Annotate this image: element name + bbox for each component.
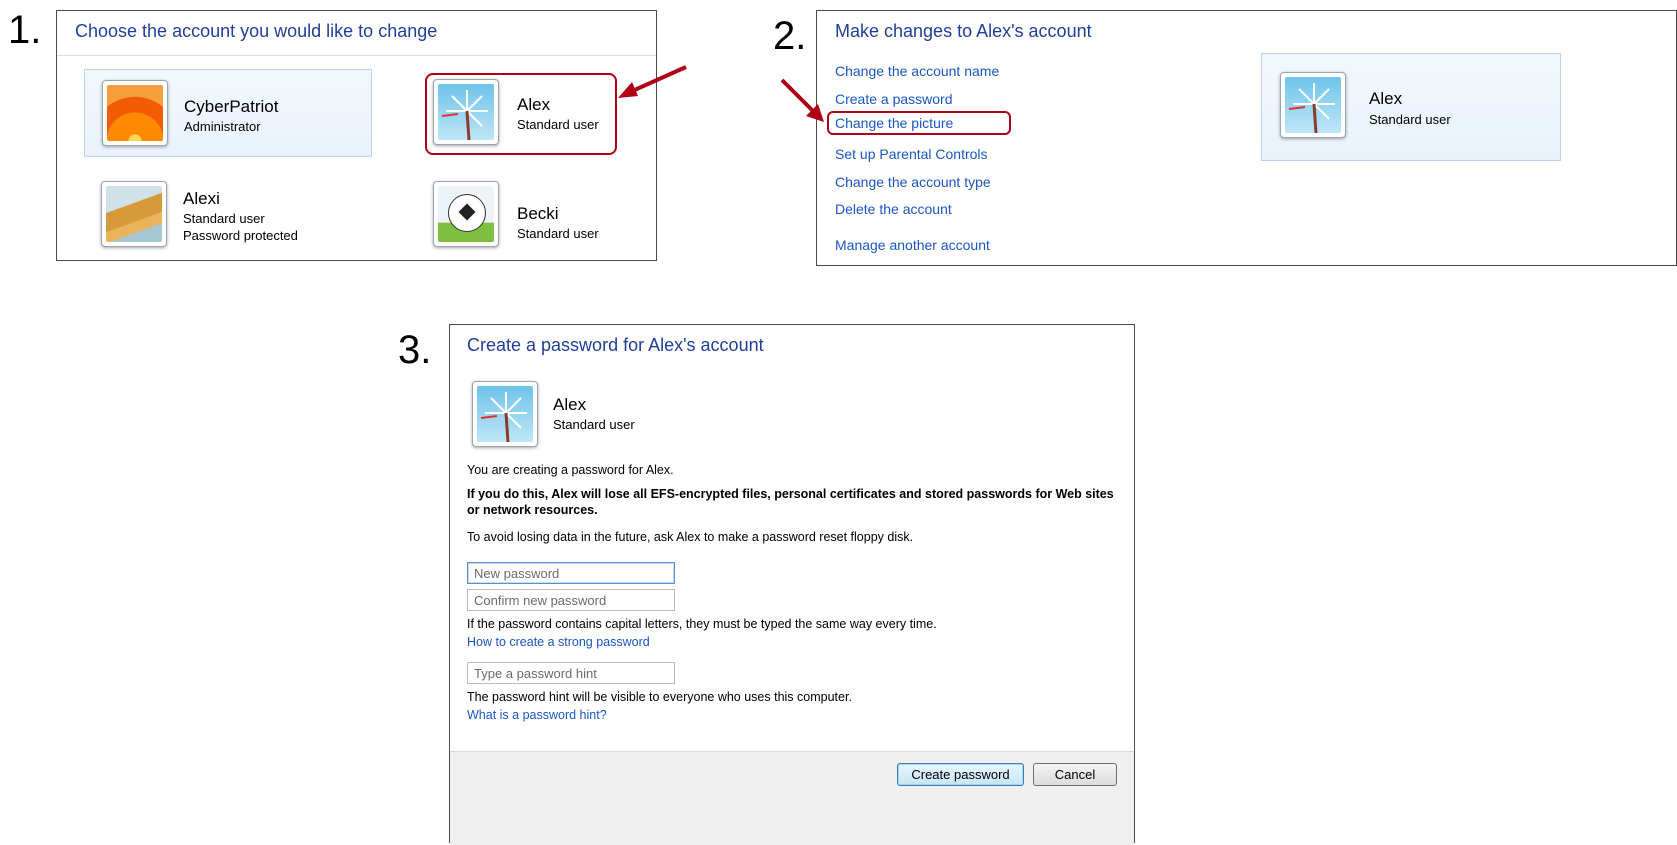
account-avatar [472,381,538,447]
warning-text: If you do this, Alex will lose all EFS-e… [467,487,1114,517]
cancel-button[interactable]: Cancel [1033,763,1117,786]
confirm-password-input[interactable] [467,589,675,611]
account-tile-becki[interactable]: Becki Standard user [425,171,615,259]
new-password-input[interactable] [467,562,675,584]
windmill-icon [477,386,533,442]
panel-title: Choose the account you would like to cha… [75,21,438,41]
soccer-ball-icon [438,186,494,242]
account-tile-alex: Alex Standard user [1261,53,1561,161]
step-3-label: 3. [398,328,432,372]
account-type: Standard user [183,211,265,226]
account-name: Becki [517,204,559,223]
password-hint-help-link[interactable]: What is a password hint? [467,708,607,722]
panel-title: Create a password for Alex's account [467,335,764,355]
account-type: Administrator [184,119,261,134]
account-tile-cyberpatriot[interactable]: CyberPatriot Administrator [84,69,372,157]
account-name: Alex [1369,89,1403,108]
account-name: Alexi [183,189,220,208]
step-1-label: 1. [8,8,42,52]
create-password-panel: Create a password for Alex's account Ale… [449,324,1135,845]
annotation-arrow-icon [780,78,824,122]
create-password-button[interactable]: Create password [897,763,1024,786]
account-avatar [1280,72,1346,138]
strong-password-link[interactable]: How to create a strong password [467,635,650,649]
button-bar: Create password Cancel [450,751,1134,845]
account-avatar [102,80,168,146]
account-type: Standard user [1369,112,1451,127]
hint-note-text: The password hint will be visible to eve… [467,690,852,704]
intro-text: You are creating a password for Alex. [467,463,674,477]
title-divider [57,55,656,56]
account-tile-alexi[interactable]: Alexi Standard user Password protected [84,171,372,259]
windmill-icon [1285,77,1341,133]
account-name: Alex [553,395,587,414]
panel-title: Make changes to Alex's account [835,21,1092,41]
account-avatar [433,181,499,247]
choose-account-panel: Choose the account you would like to cha… [56,10,657,261]
parental-controls-link[interactable]: Set up Parental Controls [835,146,988,162]
delete-account-link[interactable]: Delete the account [835,201,952,217]
change-account-type-link[interactable]: Change the account type [835,174,991,190]
change-picture-link[interactable]: Change the picture [827,111,1011,135]
create-password-link[interactable]: Create a password [835,91,953,107]
account-status: Password protected [183,228,298,243]
change-account-name-link[interactable]: Change the account name [835,63,999,79]
password-hint-input[interactable] [467,662,675,684]
make-changes-panel: Make changes to Alex's account Change th… [816,10,1677,266]
account-name: CyberPatriot [184,97,279,116]
annotation-arrow-icon [618,65,687,98]
caps-note-text: If the password contains capital letters… [467,617,937,631]
account-avatar [101,181,167,247]
stairs-icon [106,186,162,242]
account-type: Standard user [553,417,635,432]
advice-text: To avoid losing data in the future, ask … [467,530,914,544]
account-type: Standard user [517,226,599,241]
annotation-highlight-box [425,73,617,155]
manage-another-account-link[interactable]: Manage another account [835,237,990,253]
flower-icon [107,85,163,141]
step-2-label: 2. [773,14,807,58]
